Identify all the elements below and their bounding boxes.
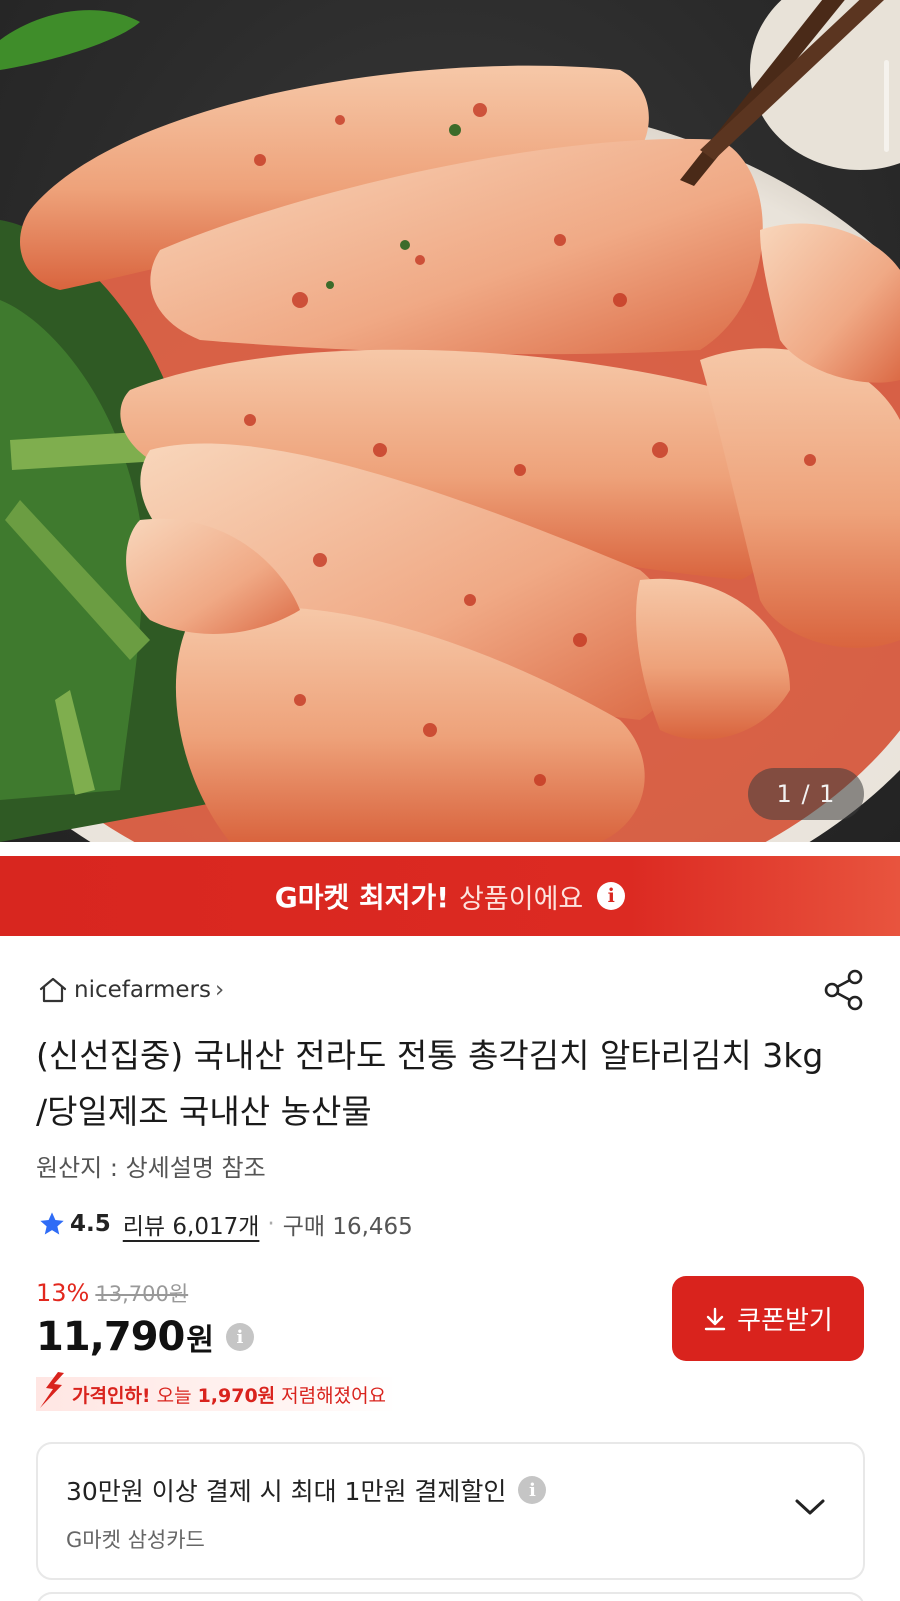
share-icon[interactable] bbox=[822, 968, 866, 1012]
chevron-right-icon: › bbox=[215, 977, 225, 1003]
coupon-label: 쿠폰받기 bbox=[737, 1306, 833, 1336]
product-image[interactable]: 1 / 1 bbox=[0, 0, 900, 842]
product-title: (신선집중) 국내산 전라도 전통 총각김치 알타리김치 3kg /당일제조 국… bbox=[36, 1036, 824, 1131]
download-icon bbox=[704, 1307, 726, 1330]
info-icon[interactable]: i bbox=[225, 1323, 254, 1351]
price-drop-prefix: 가격인하! bbox=[72, 1384, 151, 1407]
home-icon bbox=[39, 977, 67, 1003]
info-icon[interactable]: i bbox=[518, 1476, 547, 1504]
star-icon bbox=[40, 1212, 64, 1235]
image-counter: 1 / 1 bbox=[748, 768, 864, 820]
banner-text: 상품이에요 bbox=[459, 883, 584, 915]
lowest-price-banner[interactable]: G마켓 최저가! 상품이에요 i bbox=[0, 856, 900, 936]
currency-unit: 원 bbox=[186, 1323, 214, 1358]
price-drop-suffix: 저렴해졌어요 bbox=[281, 1384, 387, 1407]
info-icon[interactable]: i bbox=[597, 882, 626, 910]
next-panel bbox=[36, 1592, 865, 1601]
scrollbar-thumb[interactable] bbox=[884, 60, 889, 152]
coupon-button[interactable]: 쿠폰받기 bbox=[672, 1276, 864, 1361]
original-price: 13,700원 bbox=[95, 1282, 189, 1306]
rating-row: 4.5 리뷰 6,017개 · 구매 16,465 bbox=[38, 1207, 413, 1241]
card-promo-title: 30만원 이상 결제 시 최대 1만원 결제할인 bbox=[66, 1477, 507, 1506]
origin-info: 원산지 : 상세설명 참조 bbox=[36, 1154, 266, 1182]
banner-highlight: G마켓 최저가! bbox=[274, 881, 450, 914]
current-price: 11,790 bbox=[36, 1314, 185, 1360]
price-block: 13% 13,700원 11,790 원 i bbox=[36, 1278, 254, 1360]
seller-link[interactable]: nicefarmers › bbox=[38, 976, 224, 1004]
discount-rate: 13% bbox=[36, 1279, 90, 1307]
card-discount-panel[interactable]: 30만원 이상 결제 시 최대 1만원 결제할인 i G마켓 삼성카드 bbox=[36, 1442, 865, 1580]
purchase-count: 구매 16,465 bbox=[282, 1214, 413, 1240]
separator: · bbox=[267, 1211, 275, 1237]
kimchi-photo bbox=[0, 0, 900, 842]
review-link[interactable]: 리뷰 6,017개 bbox=[123, 1207, 260, 1241]
rating-value: 4.5 bbox=[70, 1211, 111, 1237]
card-promo-subtitle: G마켓 삼성카드 bbox=[66, 1528, 205, 1552]
price-drop-middle: 오늘 bbox=[156, 1384, 192, 1407]
price-drop-notice: 가격인하! 오늘 1,970원 저렴해졌어요 bbox=[36, 1372, 397, 1411]
price-down-arrow-icon bbox=[40, 1372, 64, 1408]
seller-name: nicefarmers bbox=[74, 977, 212, 1003]
price-drop-amount: 1,970원 bbox=[197, 1384, 276, 1407]
chevron-down-icon[interactable] bbox=[793, 1496, 827, 1518]
